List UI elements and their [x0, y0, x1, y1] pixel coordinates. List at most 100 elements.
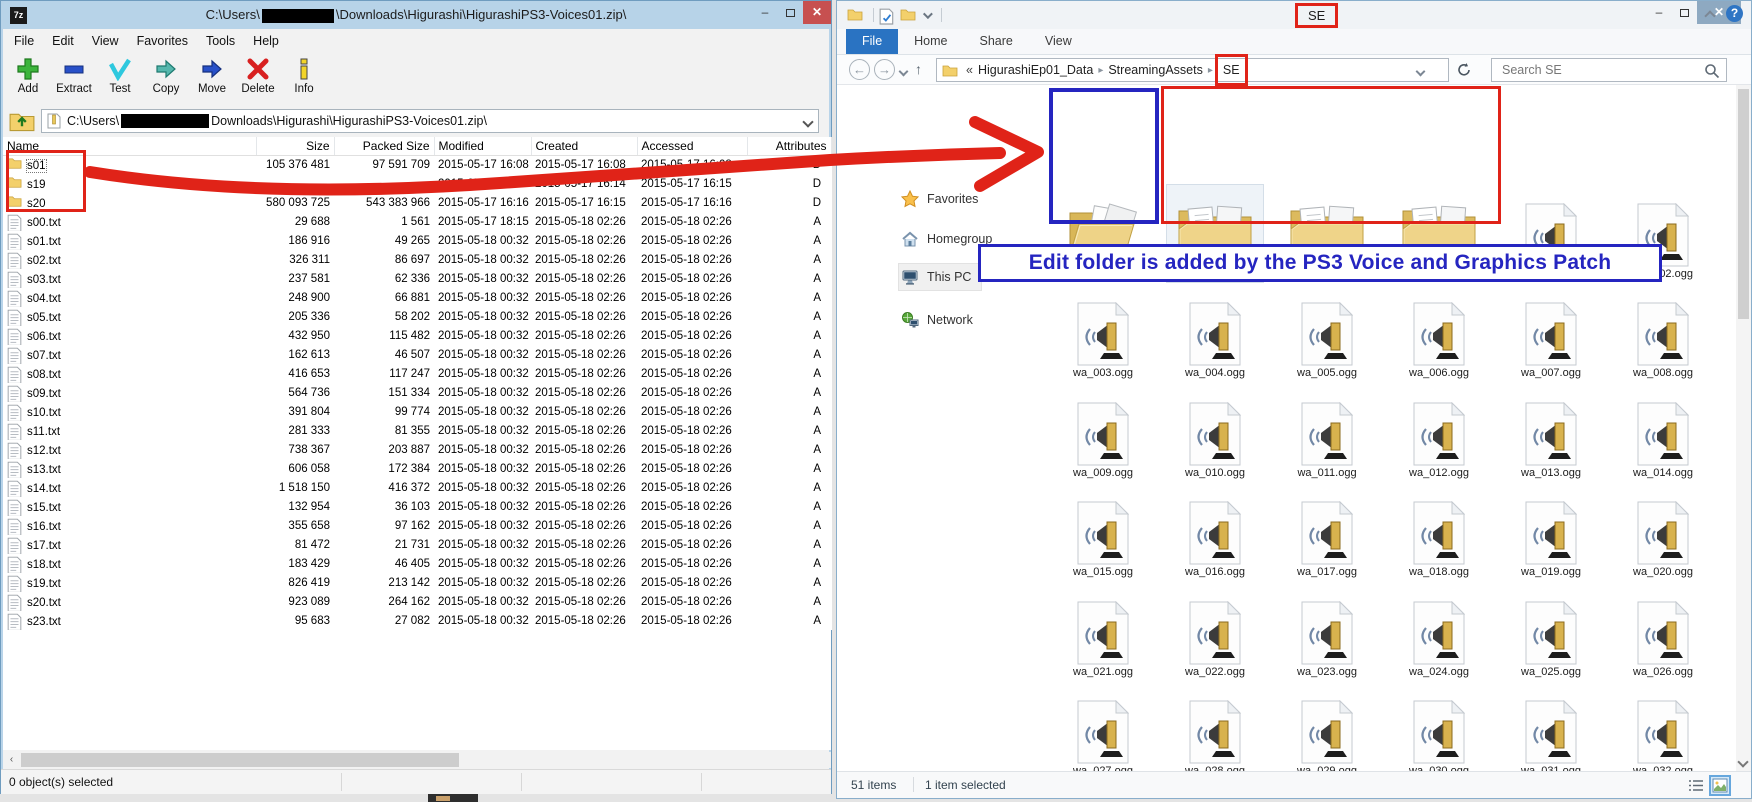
file-tile[interactable]: wa_031.ogg [1503, 682, 1599, 771]
toolbar-test-button[interactable]: Test [97, 54, 143, 106]
close-button[interactable]: ✕ [803, 1, 831, 24]
table-row[interactable]: s192015-05-17 16:152015-05-17 16:142015-… [3, 174, 831, 193]
file-tile[interactable]: wa_010.ogg [1167, 384, 1263, 481]
file-tile[interactable]: wa_032.ogg [1615, 682, 1711, 771]
menu-item-tools[interactable]: Tools [197, 32, 244, 52]
menu-item-favorites[interactable]: Favorites [128, 32, 197, 52]
column-header-modified[interactable]: Modified [434, 137, 531, 155]
tab-share[interactable]: Share [964, 29, 1029, 54]
file-tile[interactable]: wa_008.ogg [1615, 284, 1711, 381]
tab-home[interactable]: Home [898, 29, 963, 54]
table-row[interactable]: s06.txt432 950115 4822015-05-18 00:32201… [3, 326, 831, 345]
folder-icon[interactable] [847, 8, 863, 23]
minimize-button[interactable]: – [1647, 1, 1671, 24]
table-row[interactable]: s13.txt606 058172 3842015-05-18 00:32201… [3, 459, 831, 478]
maximize-button[interactable] [778, 1, 802, 24]
file-tile[interactable]: wa_014.ogg [1615, 384, 1711, 481]
file-tile[interactable]: wa_009.ogg [1055, 384, 1151, 481]
file-tile[interactable]: wa_027.ogg [1055, 682, 1151, 771]
column-header-created[interactable]: Created [531, 137, 637, 155]
sevenzip-titlebar[interactable]: 7z C:\Users\\Downloads\Higurashi\Higuras… [1, 1, 831, 29]
table-row[interactable]: s05.txt205 33658 2022015-05-18 00:322015… [3, 307, 831, 326]
horizontal-scrollbar[interactable]: ‹ [3, 752, 831, 768]
file-tile[interactable]: wa_011.ogg [1279, 384, 1375, 481]
table-row[interactable]: s10.txt391 80499 7742015-05-18 00:322015… [3, 402, 831, 421]
file-tile[interactable]: wa_025.ogg [1503, 583, 1599, 680]
table-row[interactable]: s20580 093 725543 383 9662015-05-17 16:1… [3, 193, 831, 212]
new-folder-icon[interactable] [900, 8, 916, 23]
table-row[interactable]: s16.txt355 65897 1622015-05-18 00:322015… [3, 516, 831, 535]
file-tile[interactable]: wa_030.ogg [1391, 682, 1487, 771]
file-tile[interactable]: wa_028.ogg [1167, 682, 1263, 771]
refresh-button[interactable] [1456, 62, 1472, 78]
table-row[interactable]: s23.txt95 68327 0822015-05-18 00:322015-… [3, 611, 831, 630]
breadcrumb-overflow[interactable]: « [964, 63, 975, 77]
scroll-left-icon[interactable]: ‹ [3, 752, 20, 768]
file-tile[interactable]: wa_023.ogg [1279, 583, 1375, 680]
scrollbar-thumb[interactable] [21, 753, 459, 767]
menu-item-help[interactable]: Help [244, 32, 288, 52]
chevron-down-icon[interactable] [923, 9, 933, 19]
explorer-titlebar[interactable]: SE – ✕ [837, 1, 1751, 29]
column-header-attributes[interactable]: Attributes [747, 137, 831, 155]
file-tile[interactable]: wa_024.ogg [1391, 583, 1487, 680]
sidebar-item-this-pc[interactable]: This PC [899, 264, 981, 290]
toolbar-move-button[interactable]: Move [189, 54, 235, 106]
file-tile[interactable]: wa_012.ogg [1391, 384, 1487, 481]
tab-file[interactable]: File [846, 29, 898, 54]
table-row[interactable]: s04.txt248 90066 8812015-05-18 00:322015… [3, 288, 831, 307]
table-row[interactable]: s01105 376 48197 591 7092015-05-17 16:08… [3, 155, 831, 174]
file-tile[interactable]: wa_022.ogg [1167, 583, 1263, 680]
details-view-button[interactable] [1687, 777, 1705, 794]
file-tile[interactable]: wa_026.ogg [1615, 583, 1711, 680]
file-tile[interactable]: wa_005.ogg [1279, 284, 1375, 381]
search-input[interactable] [1500, 61, 1690, 79]
file-tile[interactable]: wa_007.ogg [1503, 284, 1599, 381]
file-tile[interactable]: wa_029.ogg [1279, 682, 1375, 771]
table-row[interactable]: s09.txt564 736151 3342015-05-18 00:32201… [3, 383, 831, 402]
search-icon[interactable] [1704, 63, 1720, 79]
table-row[interactable]: s00.txt29 6881 5612015-05-17 18:152015-0… [3, 212, 831, 231]
table-row[interactable]: s08.txt416 653117 2472015-05-18 00:32201… [3, 364, 831, 383]
file-tile[interactable]: wa_006.ogg [1391, 284, 1487, 381]
chevron-down-icon[interactable] [802, 116, 813, 127]
maximize-button[interactable] [1672, 1, 1696, 24]
menu-item-file[interactable]: File [5, 32, 43, 52]
table-row[interactable]: s01.txt186 91649 2652015-05-18 00:322015… [3, 231, 831, 250]
table-row[interactable]: s15.txt132 95436 1032015-05-18 00:322015… [3, 497, 831, 516]
breadcrumb-segment-se[interactable]: SE [1215, 54, 1248, 86]
table-row[interactable]: s07.txt162 61346 5072015-05-18 00:322015… [3, 345, 831, 364]
column-header-size[interactable]: Size [256, 137, 334, 155]
column-header-accessed[interactable]: Accessed [637, 137, 747, 155]
toolbar-add-button[interactable]: Add [5, 54, 51, 106]
file-tile[interactable]: wa_003.ogg [1055, 284, 1151, 381]
scroll-down-icon[interactable] [1737, 756, 1748, 767]
zip-address-combo[interactable]: C:\Users\Downloads\Higurashi\HigurashiPS… [41, 109, 819, 133]
file-tile[interactable]: wa_021.ogg [1055, 583, 1151, 680]
column-header-packed-size[interactable]: Packed Size [334, 137, 434, 155]
toolbar-delete-button[interactable]: Delete [235, 54, 281, 106]
table-row[interactable]: s14.txt1 518 150416 3722015-05-18 00:322… [3, 478, 831, 497]
menu-item-view[interactable]: View [83, 32, 128, 52]
recent-locations-icon[interactable] [899, 67, 909, 77]
table-row[interactable]: s02.txt326 31186 6972015-05-18 00:322015… [3, 250, 831, 269]
icons-view-button[interactable] [1711, 777, 1729, 794]
table-row[interactable]: s18.txt183 42946 4052015-05-18 00:322015… [3, 554, 831, 573]
minimize-button[interactable]: – [753, 1, 777, 24]
vertical-scrollbar[interactable] [1736, 85, 1751, 771]
sidebar-item-favorites[interactable]: Favorites [901, 186, 978, 212]
table-row[interactable]: s20.txt923 089264 1622015-05-18 00:32201… [3, 592, 831, 611]
table-row[interactable]: s12.txt738 367203 8872015-05-18 00:32201… [3, 440, 831, 459]
back-button[interactable]: ← [849, 59, 870, 80]
file-tile[interactable]: wa_004.ogg [1167, 284, 1263, 381]
toolbar-copy-button[interactable]: Copy [143, 54, 189, 106]
table-row[interactable]: s19.txt826 419213 1422015-05-18 00:32201… [3, 573, 831, 592]
scrollbar-thumb[interactable] [1738, 89, 1749, 319]
menu-item-edit[interactable]: Edit [43, 32, 83, 52]
forward-button[interactable]: → [874, 59, 895, 80]
file-tile[interactable]: wa_017.ogg [1279, 483, 1375, 580]
file-tile[interactable]: wa_020.ogg [1615, 483, 1711, 580]
table-row[interactable]: s03.txt237 58162 3362015-05-18 00:322015… [3, 269, 831, 288]
file-tile[interactable]: wa_013.ogg [1503, 384, 1599, 481]
breadcrumb-segment-higurashiep01-data[interactable]: HigurashiEp01_Data [975, 63, 1096, 77]
